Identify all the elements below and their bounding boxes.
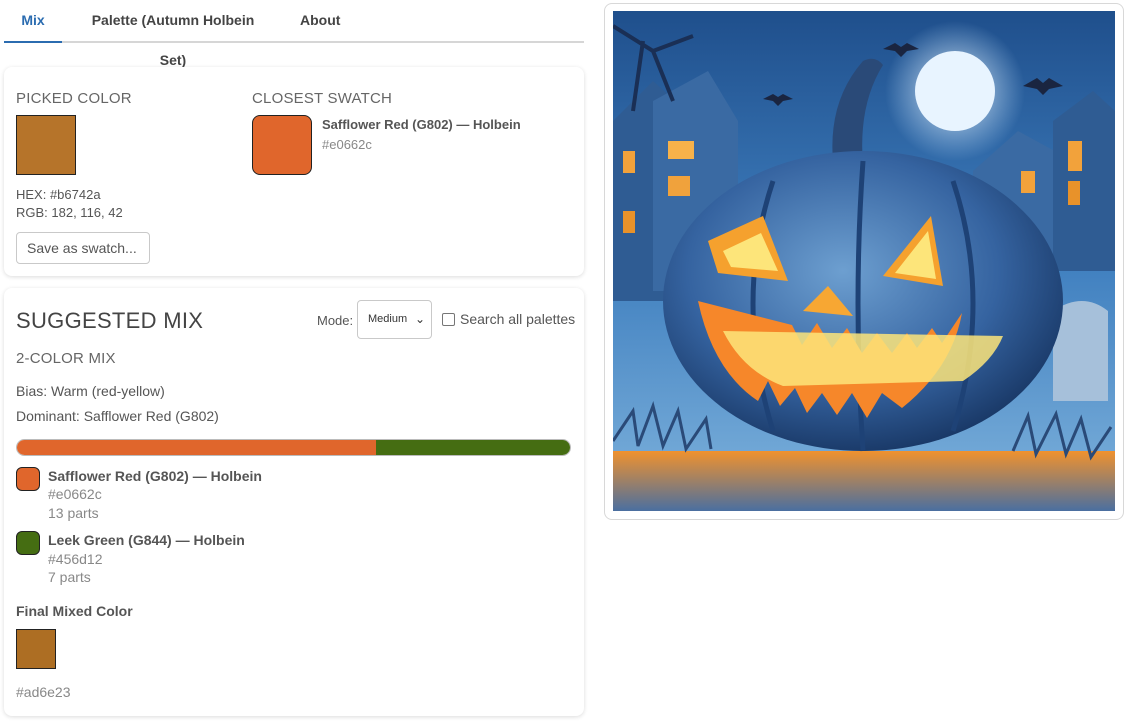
tab-bar: Mix Palette (Autumn Holbein Set) About (4, 0, 584, 68)
dominant-text: Dominant: Safflower Red (G802) (16, 408, 219, 424)
closest-swatch-hex: #e0662c (322, 137, 372, 152)
suggested-mix-title: SUGGESTED MIX (16, 308, 204, 333)
ingredient-hex: #456d12 (48, 551, 103, 567)
ingredient-swatch (16, 467, 40, 491)
reference-image[interactable] (613, 11, 1115, 511)
tab-mix[interactable]: Mix (4, 0, 62, 43)
mode-label: Mode: (317, 313, 354, 328)
bias-text: Bias: Warm (red-yellow) (16, 383, 165, 399)
closest-swatch-color (252, 115, 312, 175)
closest-swatch-label: CLOSEST SWATCH (252, 90, 393, 107)
chevron-down-icon: ⌄ (414, 312, 425, 326)
save-as-swatch-button[interactable]: Save as swatch... (16, 232, 150, 264)
pumpkin-painting (613, 11, 1115, 511)
tab-about[interactable]: About (300, 0, 340, 41)
closest-swatch-name: Safflower Red (G802) — Holbein (322, 117, 521, 132)
search-all-palettes-checkbox[interactable] (442, 313, 455, 326)
final-mixed-color-hex: #ad6e23 (16, 684, 71, 700)
final-mixed-color-swatch (16, 629, 56, 669)
mix-type-label: 2-COLOR MIX (16, 350, 116, 367)
tab-palette[interactable]: Palette (Autumn Holbein Set) (80, 0, 266, 68)
picked-color-label: PICKED COLOR (16, 90, 132, 107)
mode-select-value: Medium (368, 313, 408, 325)
picked-hex-text: HEX: #b6742a (16, 187, 101, 202)
mix-bar-segment (17, 440, 377, 455)
picked-color-card: PICKED COLOR HEX: #b6742a RGB: 182, 116,… (4, 67, 584, 276)
ingredient-swatch (16, 531, 40, 555)
ingredient-name: Leek Green (G844) — Holbein (48, 532, 245, 548)
mode-select[interactable]: Medium ⌄ (357, 300, 432, 339)
ingredient-parts: 13 parts (48, 505, 99, 521)
ingredient-name: Safflower Red (G802) — Holbein (48, 468, 262, 484)
suggested-mix-card: SUGGESTED MIX Mode: Medium ⌄ Search all … (4, 288, 584, 716)
ingredient-hex: #e0662c (48, 486, 102, 502)
mix-proportion-bar (16, 439, 571, 456)
mix-bar-segment (376, 440, 570, 455)
ingredient-parts: 7 parts (48, 569, 91, 585)
picked-rgb-text: RGB: 182, 116, 42 (16, 205, 123, 220)
picked-color-swatch (16, 115, 76, 175)
reference-image-card (604, 3, 1124, 520)
search-all-palettes-label[interactable]: Search all palettes (460, 311, 575, 327)
final-mixed-color-title: Final Mixed Color (16, 603, 133, 619)
